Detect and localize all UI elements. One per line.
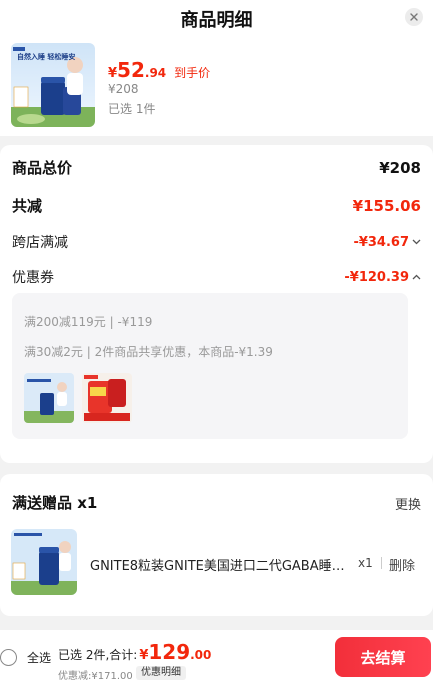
order-total: 已选 2件,合计: ¥ 129 .00 <box>58 640 211 664</box>
price-tag: 到手价 <box>174 66 211 80</box>
thumbnail-caption: 自然入睡 轻松睡安 <box>17 53 76 61</box>
gift-thumbnail[interactable] <box>11 529 77 595</box>
total-row: 商品总价 ¥208 <box>12 157 421 178</box>
cross-store-row[interactable]: 跨店满减 -¥34.67 <box>12 232 421 252</box>
total-decimal: .00 <box>190 648 212 662</box>
gift-quantity: x1 <box>358 556 373 570</box>
discount-detail-button[interactable]: 优惠明细 <box>136 666 186 680</box>
select-all-checkbox[interactable] <box>0 649 17 666</box>
close-icon <box>410 13 418 21</box>
gift-name: GNITE8粒装GNITE美国进口二代GABA睡眠软糖 <box>90 559 356 574</box>
coupon-value: -¥120.39 <box>344 269 409 285</box>
price-integer: 52 <box>117 58 145 82</box>
selected-summary: 已选 2件,合计: <box>58 648 138 662</box>
checkout-button[interactable]: 去结算 <box>335 637 431 677</box>
gift-card: 满送赠品 x1 更换 GNITE8粒装GNITE美国进口二代GABA睡眠软糖 x… <box>0 474 433 616</box>
coupon-detail-box: 满200减119元 | -¥119 满30减2元 | 2件商品共享优惠，本商品-… <box>12 293 408 439</box>
coupon-line-2: 满30减2元 | 2件商品共享优惠，本商品-¥1.39 <box>24 345 273 359</box>
reduce-value: ¥155.06 <box>352 196 421 215</box>
product-thumbnail[interactable]: 自然入睡 轻松睡安 <box>11 43 95 127</box>
header: 商品明细 <box>0 0 433 36</box>
discount-note: 优惠减:¥171.00 <box>58 671 133 682</box>
total-symbol: ¥ <box>139 648 149 663</box>
reduce-label: 共减 <box>12 197 43 215</box>
divider <box>381 557 382 569</box>
total-integer: 129 <box>148 640 191 664</box>
change-gift-button[interactable]: 更换 <box>395 494 421 513</box>
final-price: ¥ 52 .94 到手价 <box>108 58 210 82</box>
coupon-product-thumb-1[interactable] <box>24 373 74 423</box>
bottom-bar: 全选 已选 2件,合计: ¥ 129 .00 优惠减:¥171.00 优惠明细 … <box>0 630 433 684</box>
page-title: 商品明细 <box>180 10 253 31</box>
coupon-product-thumb-2[interactable] <box>82 373 132 423</box>
close-button[interactable] <box>405 8 423 26</box>
price-symbol: ¥ <box>108 66 118 81</box>
cross-store-value: -¥34.67 <box>353 234 409 250</box>
chevron-down-icon <box>412 239 421 245</box>
coupon-line-1: 满200减119元 | -¥119 <box>24 315 153 329</box>
total-label: 商品总价 <box>12 159 73 177</box>
cross-store-label: 跨店满减 <box>12 235 68 251</box>
price-decimal: .94 <box>144 66 167 80</box>
gift-title: 满送赠品 x1 <box>12 494 98 512</box>
select-all-label[interactable]: 全选 <box>27 649 51 666</box>
price-summary-card: 商品总价 ¥208 共减 ¥155.06 跨店满减 -¥34.67 优惠券 -¥… <box>0 145 433 463</box>
selected-count: 已选 1件 <box>108 102 156 116</box>
coupon-row[interactable]: 优惠券 -¥120.39 <box>12 267 421 287</box>
coupon-label: 优惠券 <box>12 270 54 286</box>
reduce-row: 共减 ¥155.06 <box>12 195 421 216</box>
original-price: ¥208 <box>108 82 139 96</box>
chevron-up-icon <box>412 274 421 280</box>
total-value: ¥208 <box>379 158 421 177</box>
delete-gift-button[interactable]: 删除 <box>389 555 415 574</box>
product-summary: 自然入睡 轻松睡安 ¥ 52 .94 到手价 ¥208 已选 1件 <box>0 36 433 136</box>
